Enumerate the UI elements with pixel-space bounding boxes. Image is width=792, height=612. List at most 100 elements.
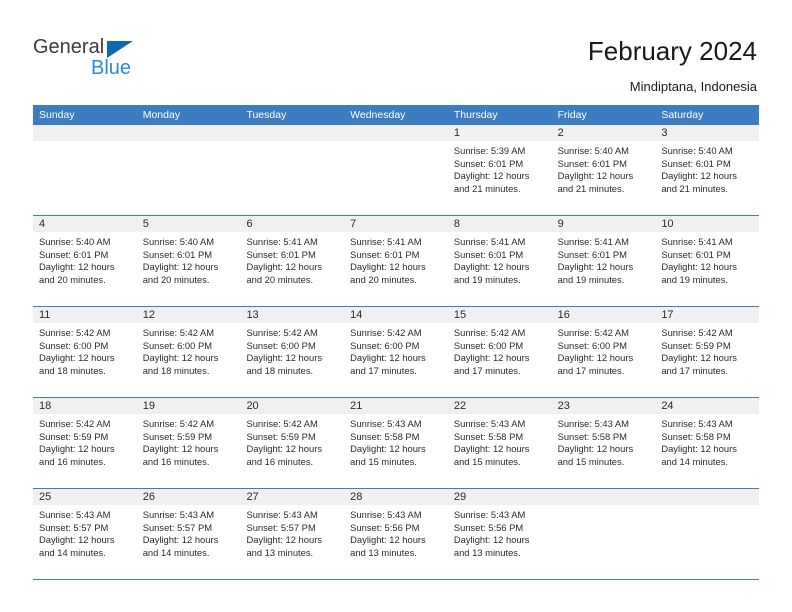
day-detail-line: Sunrise: 5:42 AM bbox=[350, 327, 422, 338]
day-detail-line: Sunset: 6:01 PM bbox=[661, 157, 731, 169]
day-number: 14 bbox=[350, 309, 363, 321]
day-number: 12 bbox=[142, 309, 155, 321]
day-cell-22[interactable]: 22 Sunrise: 5:43 AM Sunset: 5:58 PM Dayligh… bbox=[447, 398, 552, 488]
day-detail-line: and 17 minutes. bbox=[557, 364, 625, 376]
brand-logo[interactable]: General Blue bbox=[33, 36, 213, 86]
day-details: Sunrise: 5:43 AM Sunset: 5:57 PM Daylight:… bbox=[137, 506, 241, 559]
day-detail-line: Daylight: 12 hours bbox=[350, 443, 426, 455]
calendar-week-row: 1 Sunrise: 5:39 AM Sunset: 6:01 PM Daylight… bbox=[33, 125, 760, 216]
day-cell-27[interactable]: 27 Sunrise: 5:43 AM Sunset: 5:57 PM Dayligh… bbox=[240, 489, 345, 579]
day-cell-26[interactable]: 26 Sunrise: 5:43 AM Sunset: 5:57 PM Dayligh… bbox=[136, 489, 241, 579]
day-cell-5[interactable]: 5 Sunrise: 5:40 AM Sunset: 6:01 PM Daylight… bbox=[136, 216, 241, 306]
day-details bbox=[655, 506, 759, 509]
day-detail-line: and 13 minutes. bbox=[246, 546, 314, 558]
day-cell-1[interactable]: 1 Sunrise: 5:39 AM Sunset: 6:01 PM Daylight… bbox=[447, 125, 552, 215]
day-detail-line: Sunrise: 5:43 AM bbox=[557, 418, 629, 429]
day-detail-line: Sunrise: 5:43 AM bbox=[350, 418, 422, 429]
day-details: Sunrise: 5:42 AM Sunset: 6:00 PM Daylight:… bbox=[240, 324, 344, 377]
day-detail-line: and 16 minutes. bbox=[246, 455, 314, 467]
day-detail-line: Sunset: 5:57 PM bbox=[39, 521, 109, 533]
day-number-bar bbox=[344, 125, 448, 142]
day-number-bar: 7 bbox=[344, 216, 448, 233]
day-number-bar: 17 bbox=[655, 307, 760, 324]
calendar-grid: Sunday Monday Tuesday Wednesday Thursday Frid… bbox=[33, 105, 760, 580]
day-details: Sunrise: 5:43 AM Sunset: 5:58 PM Daylight:… bbox=[552, 415, 656, 468]
day-number: 2 bbox=[557, 127, 564, 139]
day-detail-line: Sunrise: 5:41 AM bbox=[661, 236, 733, 247]
calendar-week-row: 4 Sunrise: 5:40 AM Sunset: 6:01 PM Daylight… bbox=[33, 216, 760, 307]
day-number-bar: 11 bbox=[33, 307, 137, 324]
day-cell-15[interactable]: 15 Sunrise: 5:42 AM Sunset: 6:00 PM Dayligh… bbox=[447, 307, 552, 397]
day-details: Sunrise: 5:41 AM Sunset: 6:01 PM Daylight:… bbox=[655, 233, 759, 286]
day-number: 24 bbox=[661, 400, 674, 412]
day-cell-16[interactable]: 16 Sunrise: 5:42 AM Sunset: 6:00 PM Dayligh… bbox=[551, 307, 656, 397]
day-detail-line: Sunrise: 5:42 AM bbox=[142, 327, 215, 338]
day-detail-line: Sunrise: 5:40 AM bbox=[557, 145, 629, 156]
day-detail-line: Sunrise: 5:43 AM bbox=[453, 509, 526, 520]
day-details: Sunrise: 5:43 AM Sunset: 5:58 PM Daylight:… bbox=[448, 415, 552, 468]
day-detail-line: Sunset: 5:58 PM bbox=[557, 430, 627, 442]
day-detail-line: Sunrise: 5:39 AM bbox=[453, 145, 526, 156]
day-details: Sunrise: 5:42 AM Sunset: 6:00 PM Daylight:… bbox=[33, 324, 137, 377]
day-cell-empty bbox=[655, 489, 760, 579]
day-detail-line: Sunset: 6:01 PM bbox=[557, 157, 627, 169]
day-number-bar: 2 bbox=[551, 125, 656, 142]
day-detail-line: and 17 minutes. bbox=[661, 364, 729, 376]
day-detail-line: Daylight: 12 hours bbox=[453, 443, 530, 455]
day-cell-23[interactable]: 23 Sunrise: 5:43 AM Sunset: 5:58 PM Dayligh… bbox=[551, 398, 656, 488]
weekday-header-wednesday: Wednesday bbox=[350, 109, 406, 121]
day-cell-4[interactable]: 4 Sunrise: 5:40 AM Sunset: 6:01 PM Daylight… bbox=[33, 216, 137, 306]
day-number: 22 bbox=[453, 400, 467, 412]
day-cell-10[interactable]: 10 Sunrise: 5:41 AM Sunset: 6:01 PM Dayligh… bbox=[655, 216, 760, 306]
day-detail-line: Sunset: 6:00 PM bbox=[453, 339, 524, 351]
day-details: Sunrise: 5:42 AM Sunset: 5:59 PM Daylight:… bbox=[240, 415, 344, 468]
day-cell-2[interactable]: 2 Sunrise: 5:40 AM Sunset: 6:01 PM Daylight… bbox=[551, 125, 656, 215]
day-detail-line: Sunrise: 5:42 AM bbox=[453, 327, 526, 338]
day-number: 18 bbox=[39, 400, 52, 412]
day-detail-line: Daylight: 12 hours bbox=[142, 443, 219, 455]
day-cell-6[interactable]: 6 Sunrise: 5:41 AM Sunset: 6:01 PM Daylight… bbox=[240, 216, 345, 306]
day-details: Sunrise: 5:41 AM Sunset: 6:01 PM Daylight:… bbox=[240, 233, 344, 286]
day-details: Sunrise: 5:42 AM Sunset: 6:00 PM Daylight:… bbox=[448, 324, 552, 377]
day-cell-24[interactable]: 24 Sunrise: 5:43 AM Sunset: 5:58 PM Dayligh… bbox=[655, 398, 760, 488]
day-cell-20[interactable]: 20 Sunrise: 5:42 AM Sunset: 5:59 PM Dayligh… bbox=[240, 398, 345, 488]
day-details bbox=[33, 142, 137, 145]
day-number: 13 bbox=[246, 309, 259, 321]
day-cell-28[interactable]: 28 Sunrise: 5:43 AM Sunset: 5:56 PM Dayligh… bbox=[344, 489, 448, 579]
day-cell-3[interactable]: 3 Sunrise: 5:40 AM Sunset: 6:01 PM Daylight… bbox=[655, 125, 760, 215]
day-cell-11[interactable]: 11 Sunrise: 5:42 AM Sunset: 6:00 PM Dayligh… bbox=[33, 307, 137, 397]
day-cell-29[interactable]: 29 Sunrise: 5:43 AM Sunset: 5:56 PM Dayligh… bbox=[447, 489, 552, 579]
day-cell-19[interactable]: 19 Sunrise: 5:42 AM Sunset: 5:59 PM Dayligh… bbox=[136, 398, 241, 488]
day-detail-line: Daylight: 12 hours bbox=[246, 261, 323, 273]
day-detail-line: Sunset: 6:01 PM bbox=[142, 248, 213, 260]
day-detail-line: Sunrise: 5:43 AM bbox=[453, 418, 526, 429]
day-detail-line: Sunset: 5:58 PM bbox=[661, 430, 731, 442]
day-cell-7[interactable]: 7 Sunrise: 5:41 AM Sunset: 6:01 PM Daylight… bbox=[344, 216, 448, 306]
day-detail-line: Sunrise: 5:41 AM bbox=[557, 236, 629, 247]
day-details: Sunrise: 5:43 AM Sunset: 5:56 PM Daylight:… bbox=[448, 506, 552, 559]
day-cell-25[interactable]: 25 Sunrise: 5:43 AM Sunset: 5:57 PM Dayligh… bbox=[33, 489, 137, 579]
day-cell-9[interactable]: 9 Sunrise: 5:41 AM Sunset: 6:01 PM Daylight… bbox=[551, 216, 656, 306]
day-cell-13[interactable]: 13 Sunrise: 5:42 AM Sunset: 6:00 PM Dayligh… bbox=[240, 307, 345, 397]
day-number: 7 bbox=[350, 218, 357, 230]
day-number-bar bbox=[136, 125, 241, 142]
day-details: Sunrise: 5:40 AM Sunset: 6:01 PM Daylight:… bbox=[655, 142, 759, 195]
day-number: 19 bbox=[142, 400, 155, 412]
day-cell-14[interactable]: 14 Sunrise: 5:42 AM Sunset: 6:00 PM Dayligh… bbox=[344, 307, 448, 397]
day-detail-line: Sunset: 6:01 PM bbox=[453, 157, 524, 169]
day-detail-line: Sunset: 6:01 PM bbox=[350, 248, 420, 260]
day-detail-line: Daylight: 12 hours bbox=[350, 352, 426, 364]
day-cell-17[interactable]: 17 Sunrise: 5:42 AM Sunset: 5:59 PM Dayligh… bbox=[655, 307, 760, 397]
day-number-bar: 16 bbox=[551, 307, 656, 324]
day-cell-8[interactable]: 8 Sunrise: 5:41 AM Sunset: 6:01 PM Daylight… bbox=[447, 216, 552, 306]
day-cell-12[interactable]: 12 Sunrise: 5:42 AM Sunset: 6:00 PM Dayligh… bbox=[136, 307, 241, 397]
day-detail-line: and 21 minutes. bbox=[661, 182, 729, 194]
brand-name-secondary: Blue bbox=[91, 57, 132, 79]
day-details bbox=[344, 142, 448, 145]
day-detail-line: and 15 minutes. bbox=[350, 455, 417, 467]
day-cell-21[interactable]: 21 Sunrise: 5:43 AM Sunset: 5:58 PM Dayligh… bbox=[344, 398, 448, 488]
day-cell-18[interactable]: 18 Sunrise: 5:42 AM Sunset: 5:59 PM Dayligh… bbox=[33, 398, 137, 488]
day-detail-line: Sunrise: 5:42 AM bbox=[142, 418, 215, 429]
day-detail-line: Sunrise: 5:41 AM bbox=[453, 236, 526, 247]
day-number: 9 bbox=[557, 218, 564, 230]
